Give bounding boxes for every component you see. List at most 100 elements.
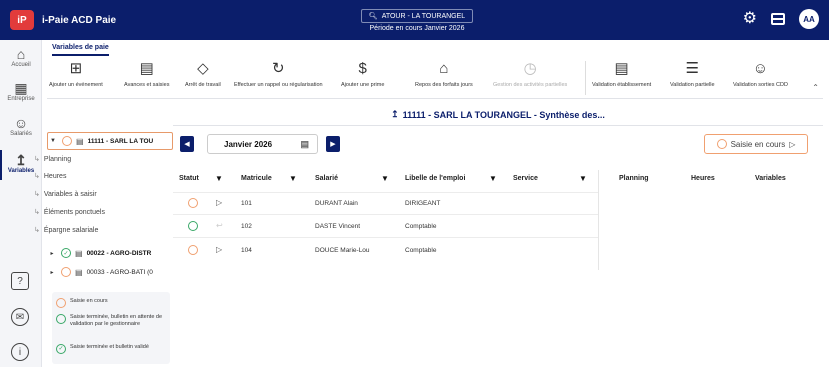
arrow-icon: ↳ (34, 173, 40, 180)
partial-validation-button[interactable]: ☰ Validation partielle (670, 60, 715, 88)
next-month-button[interactable]: ▶ (326, 136, 340, 152)
tool-label: Validation sorties CDD (733, 82, 788, 88)
tree-sub-label: Éléments ponctuels (43, 209, 105, 216)
legend-item: Saisie terminée, bulletin en attente de … (56, 314, 166, 328)
table-header: Statut ▼ Matricule ▼ Salarié ▼ Libelle d… (173, 166, 823, 194)
users-icon: ☺ (13, 115, 29, 131)
divider (598, 170, 599, 270)
cell-emploi: DIRIGEANT (405, 200, 441, 207)
in-progress-status-icon (61, 267, 71, 277)
tree-sub-variables[interactable]: ↳ Variables à saisir (34, 190, 97, 198)
col-statut: Statut (179, 175, 199, 182)
filter-icon[interactable]: ▼ (489, 174, 497, 183)
tree-sub-label: Heures (43, 173, 67, 180)
tree-node-label: 00033 - AGRO-BATI (0 (86, 268, 153, 276)
rest-days-button[interactable]: ⌂ Repos des forfaits jours (415, 60, 473, 88)
in-progress-status-icon (56, 298, 66, 308)
legend-item: Saisie en cours (56, 298, 108, 308)
sick-leave-button[interactable]: ◇ Arrêt de travail (185, 60, 221, 88)
tab-variables-de-paie[interactable]: Variables de paie (52, 40, 109, 56)
arrow-icon: ↳ (34, 191, 40, 198)
company-search[interactable]: 🔍︎ ATOUR - LA TOURANGEL (361, 9, 473, 23)
layout-icon[interactable] (771, 13, 785, 25)
tree-sub-label: Épargne salariale (43, 227, 99, 234)
col-matricule: Matricule (241, 175, 272, 182)
send-icon[interactable]: ▷ (216, 198, 222, 207)
in-progress-status-icon (716, 139, 727, 149)
chevron-down-icon[interactable]: ▼ (48, 138, 58, 144)
help-icon[interactable]: ? (11, 272, 29, 290)
in-progress-status-icon (188, 198, 198, 210)
col-variables: Variables (755, 175, 786, 182)
cell-salarie[interactable]: DURANT Alain (315, 200, 358, 207)
filter-icon[interactable]: ▼ (289, 174, 297, 183)
tree-sub-elements[interactable]: ↳ Éléments ponctuels (34, 208, 105, 216)
col-planning: Planning (619, 175, 649, 182)
cell-salarie[interactable]: DOUCE Marie-Lou (315, 247, 370, 254)
send-icon: ▷ (789, 139, 796, 149)
document-icon: ◇ (197, 60, 209, 77)
validate-establishment-button[interactable]: ▤ Validation établissement (592, 60, 651, 88)
arrow-icon: ↳ (34, 209, 40, 216)
building-icon: ▤ (75, 248, 83, 258)
building-icon: ▤ (75, 267, 83, 277)
chevron-right-icon[interactable]: ▸ (47, 269, 57, 276)
cell-matricule: 102 (241, 223, 252, 230)
in-progress-status-icon (62, 136, 72, 146)
prev-month-button[interactable]: ◀ (180, 136, 194, 152)
cell-salarie[interactable]: DASTE Vincent (315, 223, 360, 230)
app-title: i-Paie ACD Paie (42, 14, 117, 26)
tool-label: Effectuer un rappel ou régularisation (234, 82, 323, 88)
nav-label: Entreprise (7, 96, 35, 102)
recall-button[interactable]: ↻ Effectuer un rappel ou régularisation (234, 60, 323, 88)
chat-icon[interactable]: ✉ (11, 308, 29, 326)
info-icon[interactable]: i (11, 343, 29, 361)
add-event-icon: ⊞ (69, 60, 83, 77)
chevron-right-icon[interactable]: ▸ (47, 250, 57, 257)
arrow-icon: ↳ (34, 227, 40, 234)
tree-sub-epargne[interactable]: ↳ Épargne salariale (34, 226, 98, 234)
page-title: ↥ 11111 - SARL LA TOURANGEL - Synthèse d… (173, 104, 823, 126)
page-title-text: 11111 - SARL LA TOURANGEL - Synthèse des… (402, 109, 605, 120)
tool-label: Validation établissement (592, 82, 652, 88)
filter-icon[interactable]: ▼ (381, 174, 389, 183)
filter-icon[interactable]: ▼ (579, 174, 587, 183)
partial-activity-button[interactable]: ◷ Gestion des activités partielles (493, 60, 567, 88)
legend-label: Saisie terminée, bulletin en attente de … (70, 314, 163, 327)
send-icon[interactable]: ▷ (216, 245, 222, 254)
tool-label: Avances et saisies (124, 82, 170, 88)
chevron-left-icon: ◀ (184, 141, 190, 148)
tool-label: Repos des forfaits jours (415, 82, 473, 88)
nav-item-salaries[interactable]: ☺ Salariés (0, 115, 42, 137)
tree-node-11111[interactable]: ▼ ▤ 11111 - SARL LA TOU (47, 132, 173, 150)
calendar-clock-icon: ◷ (523, 60, 537, 77)
cdd-validation-button[interactable]: ☺ Validation sorties CDD (733, 60, 788, 88)
gear-icon[interactable]: ⚙ (743, 11, 757, 27)
nav-item-accueil[interactable]: ⌂ Accueil (0, 46, 42, 68)
tool-label: Gestion des activités partielles (493, 82, 568, 88)
toolbar-divider (585, 61, 586, 95)
tree-sub-heures[interactable]: ↳ Heures (34, 172, 66, 180)
status-button[interactable]: Saisie en cours ▷ (704, 134, 808, 154)
avatar[interactable]: AA (799, 9, 819, 29)
chevron-up-icon[interactable]: ⌃ (812, 83, 819, 92)
tree-node-00022[interactable]: ▸ ✓ ▤ 00022 - AGRO-DISTR (47, 245, 151, 261)
nav-label: Accueil (11, 62, 31, 68)
tree-node-00033[interactable]: ▸ ▤ 00033 - AGRO-BATI (0 (47, 264, 153, 280)
pending-status-icon (188, 221, 198, 233)
tool-label: Arrêt de travail (185, 82, 221, 88)
col-service: Service (513, 175, 538, 182)
tree-sub-planning[interactable]: ↳ Planning (34, 155, 71, 163)
divider (173, 192, 598, 193)
cell-matricule: 101 (241, 200, 252, 207)
top-bar: iP i-Paie ACD Paie 🔍︎ ATOUR - LA TOURANG… (0, 0, 829, 40)
add-bonus-button[interactable]: $ Ajouter une prime (341, 60, 384, 88)
add-event-button[interactable]: ⊞ Ajouter un événement (49, 60, 103, 88)
month-selector[interactable]: Janvier 2026 ▤ (207, 134, 318, 154)
col-emploi: Libelle de l'emploi (405, 175, 466, 182)
nav-item-entreprise[interactable]: ▦ Entreprise (0, 80, 42, 102)
calendar-icon[interactable]: ▤ (300, 139, 309, 150)
filter-icon[interactable]: ▼ (215, 174, 223, 183)
advances-button[interactable]: ▤ Avances et saisies (124, 60, 169, 88)
action-toolbar: ⊞ Ajouter un événement ▤ Avances et saisie… (47, 55, 823, 99)
